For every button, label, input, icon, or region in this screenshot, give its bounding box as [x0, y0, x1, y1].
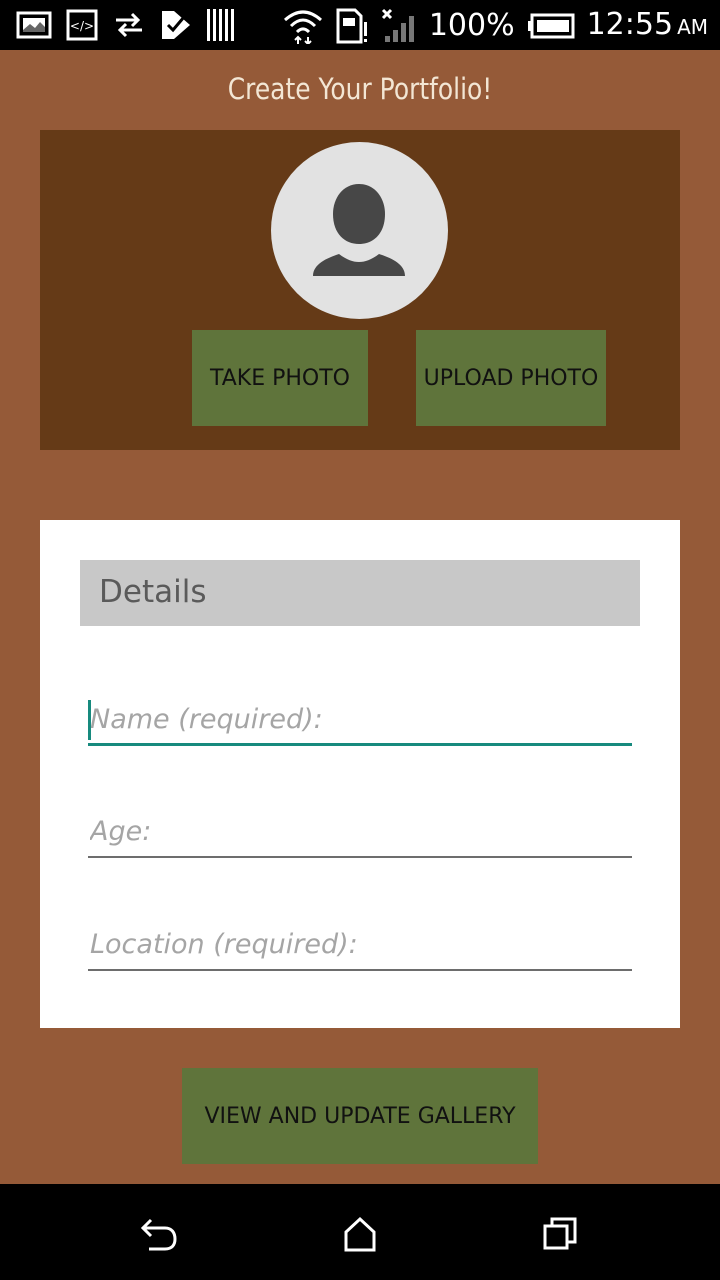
- profile-photo[interactable]: [271, 142, 448, 319]
- signal-icon: [381, 8, 417, 44]
- page-title: Create Your Portfolio!: [227, 72, 493, 106]
- recent-apps-icon[interactable]: [540, 1214, 580, 1254]
- age-input[interactable]: [88, 808, 632, 854]
- barcode-icon: [206, 8, 236, 42]
- location-field: [88, 921, 632, 971]
- transfer-icon: [112, 10, 146, 40]
- age-underline: [88, 856, 632, 858]
- text-cursor: [88, 700, 91, 740]
- home-icon[interactable]: [340, 1214, 380, 1254]
- sim-icon: [335, 8, 369, 44]
- upload-photo-button[interactable]: UPLOAD PHOTO: [416, 330, 606, 426]
- system-status: 100% 12:55 AM: [283, 6, 708, 46]
- name-field: [88, 696, 632, 746]
- name-input[interactable]: [88, 696, 632, 742]
- notification-icons: </>: [16, 8, 236, 42]
- svg-text:</>: </>: [70, 19, 94, 33]
- location-input[interactable]: [88, 921, 632, 967]
- portfolio-screen: Create Your Portfolio! TAKE PHOTO UPLOAD…: [0, 50, 720, 1184]
- battery-percent: 100%: [428, 8, 515, 43]
- take-photo-button[interactable]: TAKE PHOTO: [192, 330, 368, 426]
- wifi-icon: [283, 8, 323, 44]
- details-header: Details: [80, 560, 640, 626]
- view-gallery-button[interactable]: VIEW AND UPDATE GALLERY: [182, 1068, 538, 1164]
- code-icon: </>: [66, 9, 98, 41]
- battery-icon: [527, 13, 575, 39]
- photo-panel: TAKE PHOTO UPLOAD PHOTO: [40, 130, 680, 450]
- age-field: [88, 808, 632, 858]
- details-header-label: Details: [99, 574, 207, 610]
- status-bar: </> 100% 12:55 AM: [0, 0, 720, 50]
- details-card: Details: [40, 520, 680, 1028]
- nav-bar: [0, 1184, 720, 1280]
- checklist-icon: [160, 9, 192, 41]
- back-icon[interactable]: [139, 1214, 179, 1254]
- clock-time: 12:55: [586, 7, 674, 42]
- name-underline: [88, 743, 632, 746]
- clock: 12:55 AM: [587, 6, 708, 46]
- person-icon: [313, 184, 405, 276]
- image-icon: [16, 10, 52, 40]
- location-underline: [88, 969, 632, 971]
- clock-ampm: AM: [677, 15, 708, 39]
